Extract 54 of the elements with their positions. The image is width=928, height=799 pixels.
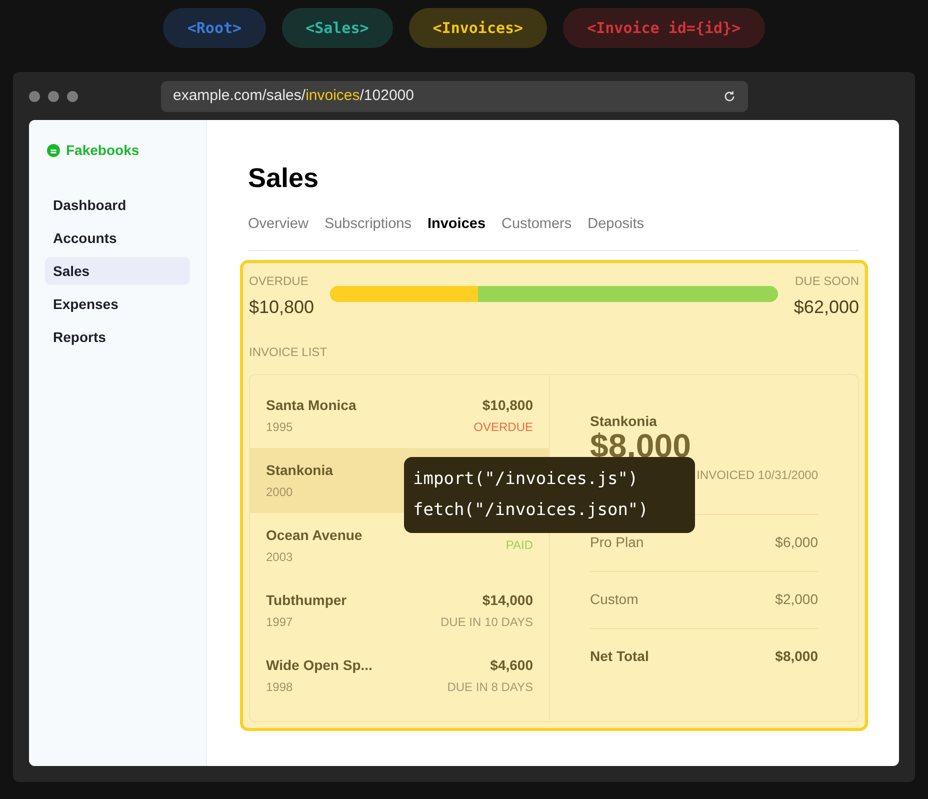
- overdue-label: OVERDUE: [249, 272, 310, 290]
- invoice-name: Tubthumper: [266, 590, 347, 610]
- due-soon-label: DUE SOON: [794, 272, 859, 290]
- invoice-status: DUE IN 10 DAYS: [440, 614, 533, 631]
- invoice-amount: $14,000: [482, 590, 533, 610]
- invoice-name: Santa Monica: [266, 396, 356, 415]
- invoice-name: Stankonia: [266, 460, 333, 480]
- invoice-row[interactable]: Wide Open Sp... 1998 $4,600 DUE IN 8 DAYS: [250, 642, 549, 708]
- invoice-year: 2000: [266, 484, 294, 501]
- detail-meta: INVOICED 10/31/2000: [696, 466, 818, 484]
- line-amount: $6,000: [775, 533, 818, 552]
- nav-item[interactable]: Dashboard: [45, 191, 190, 219]
- detail-name: Stankonia: [590, 412, 658, 431]
- line-amount: $8,000: [775, 647, 818, 666]
- route-pill: <Invoice id={id}>: [563, 8, 765, 48]
- invoice-row[interactable]: Tubthumper 1997 $14,000 DUE IN 10 DAYS: [250, 578, 549, 643]
- invoice-amount: $10,800: [482, 396, 533, 415]
- tab[interactable]: Subscriptions: [324, 214, 412, 236]
- due-soon-amount: $62,000: [794, 296, 859, 319]
- route-pill: <Invoices>: [408, 8, 548, 48]
- logo-icon: [47, 144, 60, 157]
- invoice-name: Wide Open Sp...: [266, 656, 372, 675]
- tab[interactable]: Deposits: [588, 214, 644, 236]
- reload-icon[interactable]: [723, 90, 736, 102]
- brand-name: Fakebooks: [66, 141, 140, 160]
- invoice-name: Ocean Avenue: [266, 526, 362, 545]
- invoice-amount: $4,600: [490, 656, 533, 675]
- invoice-year: 2003: [266, 548, 294, 566]
- tab[interactable]: Customers: [502, 214, 572, 236]
- invoice-year: 1995: [266, 418, 294, 436]
- invoice-status: DUE IN 8 DAYS: [447, 678, 533, 696]
- invoice-status: PAID: [506, 537, 533, 554]
- nav-item[interactable]: Expenses: [45, 290, 190, 318]
- nav-item[interactable]: Accounts: [45, 224, 190, 252]
- detail-amount: $8,000: [590, 432, 692, 460]
- section-label: INVOICE LIST: [249, 344, 328, 361]
- address-bar[interactable]: example.com/sales/invoices/102000: [161, 80, 748, 112]
- page-title: Sales: [248, 162, 320, 195]
- overdue-amount: $10,800: [249, 296, 314, 319]
- tab[interactable]: Invoices: [427, 214, 486, 236]
- url-text: example.com/sales/invoices/102000: [173, 86, 414, 106]
- line-amount: $2,000: [775, 590, 818, 610]
- tab[interactable]: Overview: [248, 214, 308, 236]
- invoice-year: 1997: [266, 614, 294, 631]
- route-pill: <Root>: [163, 8, 266, 48]
- line-label: Custom: [590, 590, 638, 610]
- invoice-status: OVERDUE: [474, 418, 533, 436]
- nav-item[interactable]: Reports: [45, 323, 190, 351]
- line-label: Pro Plan: [590, 533, 644, 552]
- invoice-year: 1998: [266, 678, 294, 696]
- line-label: Net Total: [590, 647, 649, 666]
- nav-item[interactable]: Sales: [45, 257, 190, 285]
- route-pill: <Sales>: [282, 8, 393, 48]
- invoice-row[interactable]: Santa Monica 1995 $10,800 OVERDUE: [250, 382, 549, 448]
